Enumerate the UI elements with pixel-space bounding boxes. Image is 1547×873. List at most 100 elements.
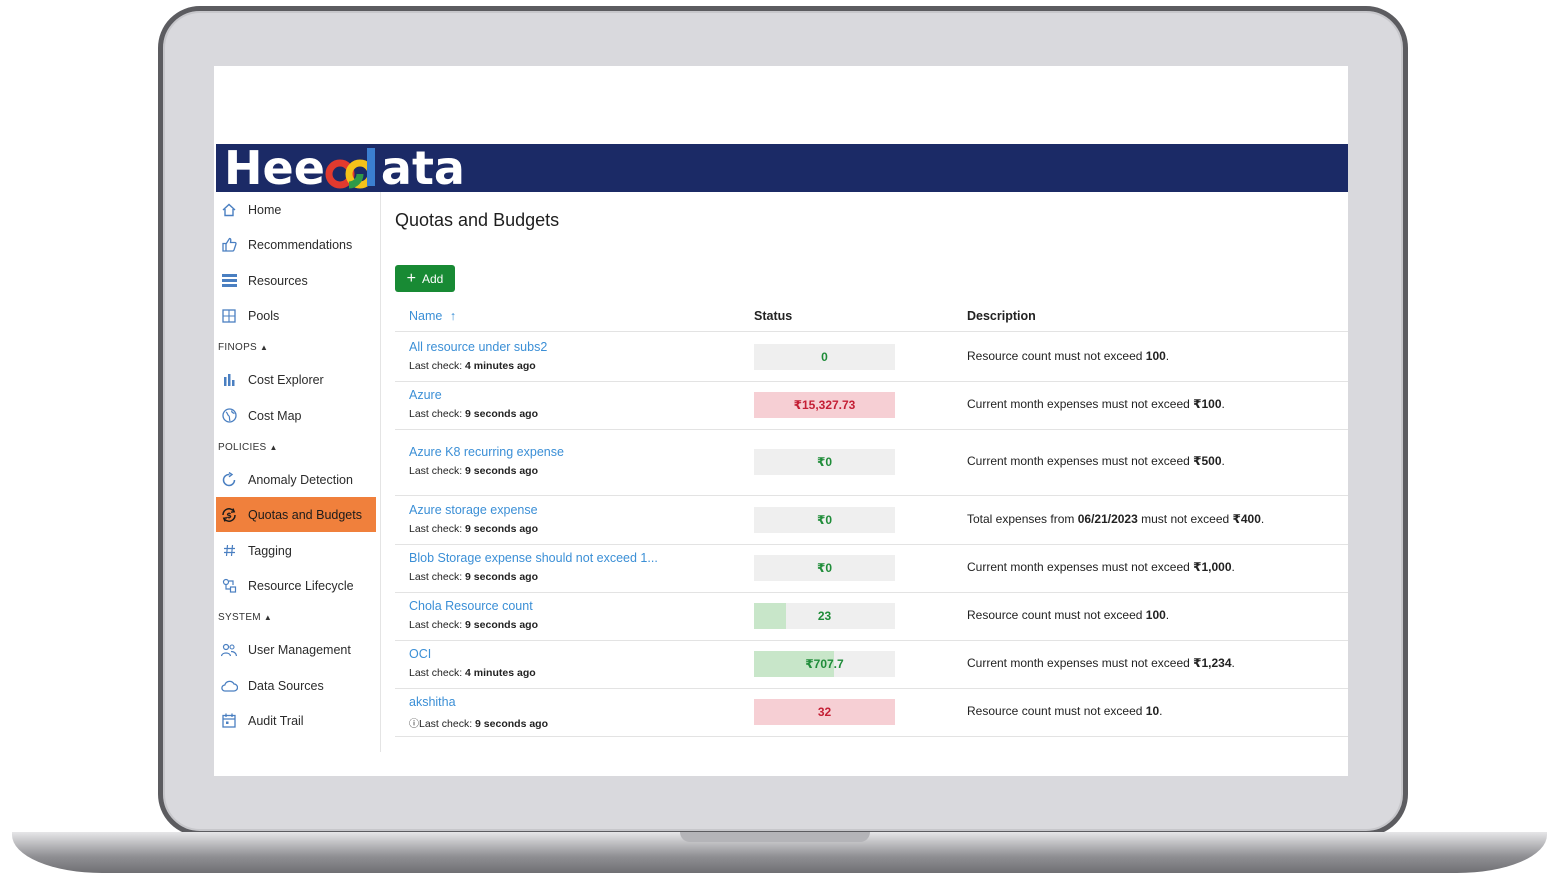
description-limit-value: 06/21/2023	[1077, 511, 1138, 526]
sidebar-item-data-sources[interactable]: Data Sources	[216, 668, 376, 703]
sidebar-item-audit-trail[interactable]: Audit Trail	[216, 703, 376, 738]
last-check-label: Last check:	[409, 667, 463, 679]
description-text: Current month expenses must not exceed	[967, 656, 1194, 670]
status-badge: 32	[754, 699, 895, 725]
cloud-icon	[220, 677, 238, 695]
sidebar-item-recommendations[interactable]: Recommendations	[216, 227, 376, 262]
calendar-icon	[220, 712, 238, 730]
last-check-label: Last check:	[419, 718, 473, 730]
sidebar-item-label: Resource Lifecycle	[248, 578, 354, 593]
description-limit-value: ₹400	[1232, 511, 1261, 526]
bar-chart-icon	[220, 371, 238, 389]
status-badge: ₹707.7	[754, 651, 895, 677]
quota-description: Resource count must not exceed 100.	[967, 349, 1169, 363]
section-label-text: FINOPS	[218, 342, 258, 353]
status-badge: 0	[754, 343, 895, 370]
column-header-status: Status	[754, 309, 793, 323]
status-progress-fill	[754, 603, 787, 629]
description-text: Resource count must not exceed	[967, 608, 1146, 622]
row-divider	[395, 429, 1348, 430]
sidebar-item-label: Pools	[248, 308, 280, 323]
last-check-value: 9 seconds ago	[475, 718, 548, 730]
sidebar-item-user-management[interactable]: User Management	[216, 632, 376, 667]
sidebar-item-resources[interactable]: Resources	[216, 263, 376, 298]
description-text: .	[1231, 656, 1235, 670]
quota-name-link[interactable]: OCI	[409, 647, 431, 661]
quota-name-link[interactable]: All resource under subs2	[409, 340, 547, 354]
sidebar-item-label: Data Sources	[248, 678, 324, 693]
plus-icon: +	[406, 269, 416, 287]
description-text: .	[1165, 608, 1170, 622]
sidebar-item-anomaly-detection[interactable]: Anomaly Detection	[216, 462, 376, 497]
quota-description: Resource count must not exceed 10.	[967, 704, 1162, 718]
description-text: .	[1165, 348, 1170, 363]
caret-up-icon: ▲	[260, 343, 269, 352]
globe-icon	[220, 407, 238, 425]
sidebar-item-cost-explorer[interactable]: Cost Explorer	[216, 362, 376, 397]
status-value: ₹0	[816, 455, 833, 469]
add-button[interactable]: + Add	[395, 265, 455, 292]
status-value: ₹0	[816, 512, 833, 527]
row-divider	[395, 640, 1348, 641]
table-header-divider	[395, 331, 1348, 332]
last-check-label: Last check:	[409, 408, 463, 420]
sidebar-item-quotas-and-budgets[interactable]: $ Quotas and Budgets	[216, 497, 376, 532]
status-value: ₹15,327.73	[793, 398, 856, 412]
sidebar-item-tagging[interactable]: Tagging	[216, 533, 376, 568]
column-header-label: Name	[409, 309, 443, 323]
description-text: Resource count must not exceed	[967, 704, 1146, 718]
quota-name-link[interactable]: akshitha	[409, 695, 456, 709]
row-divider	[395, 381, 1348, 382]
sidebar-item-label: Resources	[248, 273, 308, 288]
description-limit-value: 100	[1145, 608, 1166, 622]
last-check-label: Last check:	[409, 465, 463, 477]
row-divider	[395, 544, 1348, 545]
quota-name-link[interactable]: Blob Storage expense should not exceed 1…	[409, 551, 658, 565]
status-value: ₹707.7	[805, 657, 844, 671]
last-check-label: Last check:	[409, 522, 463, 535]
app-logo[interactable]: Hee ata	[224, 144, 465, 192]
last-check-value: 9 seconds ago	[465, 408, 538, 420]
last-check-text: ⓘLast check: 9 seconds ago	[409, 715, 548, 730]
status-badge: ₹0	[754, 506, 895, 533]
list-icon	[220, 272, 238, 290]
svg-text:$: $	[226, 511, 232, 520]
logo-text-end: ata	[380, 141, 465, 195]
last-check-value: 9 seconds ago	[465, 571, 538, 583]
last-check-text: Last check: 4 minutes ago	[409, 360, 536, 372]
column-header-name[interactable]: Name ↑	[409, 309, 456, 323]
description-limit-value: ₹500	[1193, 454, 1222, 468]
quota-name-link[interactable]: Azure K8 recurring expense	[409, 445, 564, 459]
description-text: must not exceed	[1137, 511, 1233, 526]
laptop-notch	[680, 832, 870, 842]
info-warning-icon: ⓘ	[409, 719, 419, 730]
section-label-system[interactable]: SYSTEM ▲	[218, 612, 272, 623]
quota-name-link[interactable]: Azure	[409, 388, 442, 402]
sidebar-item-cost-map[interactable]: Cost Map	[216, 398, 376, 433]
quota-name-link[interactable]: Chola Resource count	[409, 599, 533, 613]
sidebar-item-label: Cost Explorer	[248, 372, 324, 387]
description-limit-value: 100	[1145, 348, 1166, 363]
caret-up-icon: ▲	[263, 613, 273, 622]
sidebar-item-label: Quotas and Budgets	[248, 507, 362, 522]
section-label-text: POLICIES	[218, 442, 267, 453]
description-text: .	[1221, 397, 1225, 411]
currency-cycle-icon: $	[220, 506, 238, 524]
description-text: .	[1231, 560, 1235, 574]
sidebar-item-pools[interactable]: Pools	[216, 298, 376, 333]
row-divider	[395, 688, 1348, 689]
sidebar-item-resource-lifecycle[interactable]: Resource Lifecycle	[216, 568, 376, 603]
quota-description: Total expenses from 06/21/2023 must not …	[967, 512, 1264, 526]
users-icon	[220, 641, 238, 659]
caret-up-icon: ▲	[269, 443, 278, 452]
section-label-policies[interactable]: POLICIES ▲	[218, 442, 278, 453]
last-check-label: Last check:	[409, 571, 463, 583]
last-check-text: Last check: 9 seconds ago	[409, 619, 538, 631]
quota-name-link[interactable]: Azure storage expense	[409, 503, 538, 517]
quota-description: Current month expenses must not exceed ₹…	[967, 397, 1225, 411]
sidebar-item-home[interactable]: Home	[216, 192, 376, 227]
section-label-finops[interactable]: FINOPS ▲	[218, 342, 268, 353]
add-button-label: Add	[421, 271, 444, 286]
last-check-label: Last check:	[409, 359, 463, 372]
last-check-value: 4 minutes ago	[465, 667, 536, 679]
